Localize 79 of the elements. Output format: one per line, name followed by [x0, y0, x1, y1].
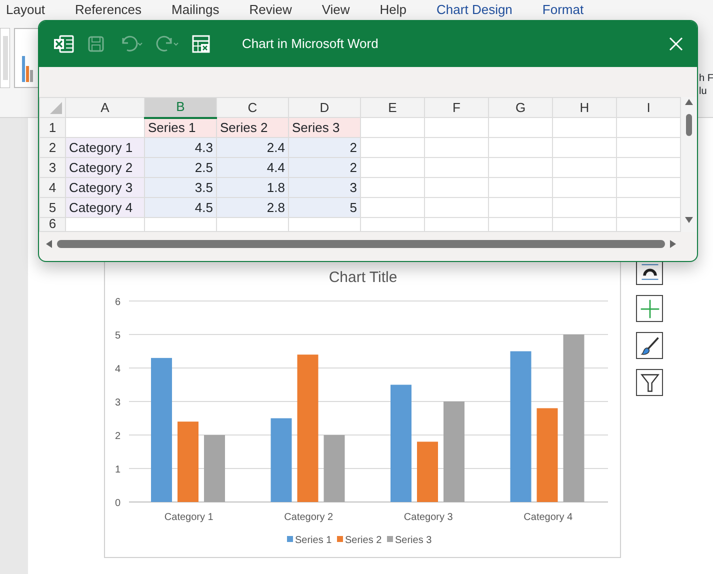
legend-item[interactable]: Series 1 [287, 535, 332, 546]
category-label: Category 1 [164, 512, 214, 523]
legend-label: Series 3 [395, 535, 432, 546]
plus-icon [638, 298, 660, 320]
chart-style-thumbnail[interactable] [0, 28, 10, 88]
scroll-left-icon[interactable] [45, 239, 53, 249]
chart-title[interactable]: Chart Title [328, 269, 398, 286]
table-cell[interactable]: 2.5 [144, 158, 216, 178]
table-cell[interactable]: 3 [288, 178, 360, 198]
column-header[interactable]: G [488, 98, 552, 118]
column-header[interactable]: I [616, 98, 680, 118]
window-title: Chart in Microsoft Word [242, 35, 378, 54]
legend-item[interactable]: Series 3 [387, 535, 432, 546]
paintbrush-button[interactable] [636, 332, 663, 359]
plus-button[interactable] [636, 295, 663, 322]
ribbon-tab[interactable]: Mailings [172, 0, 220, 20]
row-header[interactable]: 2 [40, 138, 66, 158]
filter-button[interactable] [636, 369, 663, 396]
column-header[interactable]: C [216, 98, 288, 118]
column-header[interactable]: A [66, 98, 144, 118]
table-cell[interactable]: Category 3 [66, 178, 144, 198]
table-cell[interactable]: 1.8 [216, 178, 288, 198]
table-cell[interactable]: 2 [288, 158, 360, 178]
ribbon-tab[interactable]: Format [542, 0, 584, 20]
ribbon-tab[interactable]: Layout [6, 0, 46, 20]
axis-tick-label: 5 [115, 330, 121, 342]
column-header[interactable]: E [360, 98, 424, 118]
ribbon-tab[interactable]: Chart Design [436, 0, 512, 20]
legend-item[interactable]: Series 2 [337, 535, 382, 546]
table-cell[interactable]: Category 1 [66, 138, 144, 158]
table-cell[interactable]: 2.4 [216, 138, 288, 158]
table-cell[interactable]: Category 2 [66, 158, 144, 178]
table-button[interactable] [191, 34, 212, 54]
table-cell[interactable]: 4.4 [216, 158, 288, 178]
axis-tick-label: 3 [115, 398, 121, 408]
row-header[interactable]: 1 [40, 118, 66, 138]
legend-label: Series 1 [295, 535, 332, 546]
legend-label: Series 2 [345, 535, 382, 546]
row-header[interactable]: 4 [40, 178, 66, 198]
scroll-right-icon[interactable] [669, 239, 677, 249]
column-header[interactable]: H [552, 98, 616, 118]
table-cell[interactable]: 2.8 [216, 198, 288, 218]
bar[interactable] [324, 435, 345, 502]
table-cell[interactable]: 4.3 [144, 138, 216, 158]
paintbrush-icon [638, 334, 660, 356]
table-cell[interactable]: 2 [288, 138, 360, 158]
row-header[interactable]: 3 [40, 158, 66, 178]
axis-tick-label: 2 [115, 431, 121, 442]
bar[interactable] [270, 418, 292, 502]
column-header[interactable]: F [424, 98, 488, 118]
bar[interactable] [510, 351, 532, 502]
ribbon-button[interactable]: h F lu [699, 72, 713, 98]
column-header[interactable]: D [288, 98, 360, 118]
axis-tick-label: 0 [115, 498, 121, 509]
row-header[interactable]: 5 [40, 198, 66, 218]
category-label: Category 2 [284, 512, 334, 523]
bar[interactable] [297, 354, 318, 502]
ribbon-tab[interactable]: Help [380, 0, 407, 20]
table-cell[interactable]: Series 3 [288, 118, 360, 138]
axis-tick-label: 1 [115, 464, 121, 476]
category-label: Category 4 [524, 512, 573, 523]
bar[interactable] [563, 334, 584, 502]
corner-triangle-icon [50, 102, 62, 114]
table-cell[interactable]: 3.5 [144, 178, 216, 198]
axis-tick-label: 6 [115, 297, 121, 308]
bar[interactable] [536, 408, 558, 502]
table-cell[interactable]: 5 [288, 198, 360, 218]
category-label: Category 3 [404, 512, 453, 523]
table-cell[interactable]: Series 2 [216, 118, 288, 138]
select-all-corner[interactable] [40, 98, 66, 118]
ribbon-tab[interactable]: Review [249, 0, 292, 20]
ribbon-tab[interactable]: References [75, 0, 142, 20]
table-cell[interactable]: Category 4 [66, 198, 144, 218]
ribbon-tab[interactable]: View [322, 0, 350, 20]
excel-button[interactable] [53, 34, 74, 54]
table-cell[interactable]: 4.5 [144, 198, 216, 218]
filter-icon [638, 372, 660, 394]
axis-tick-label: 4 [115, 364, 121, 375]
row-header[interactable]: 6 [40, 218, 66, 232]
